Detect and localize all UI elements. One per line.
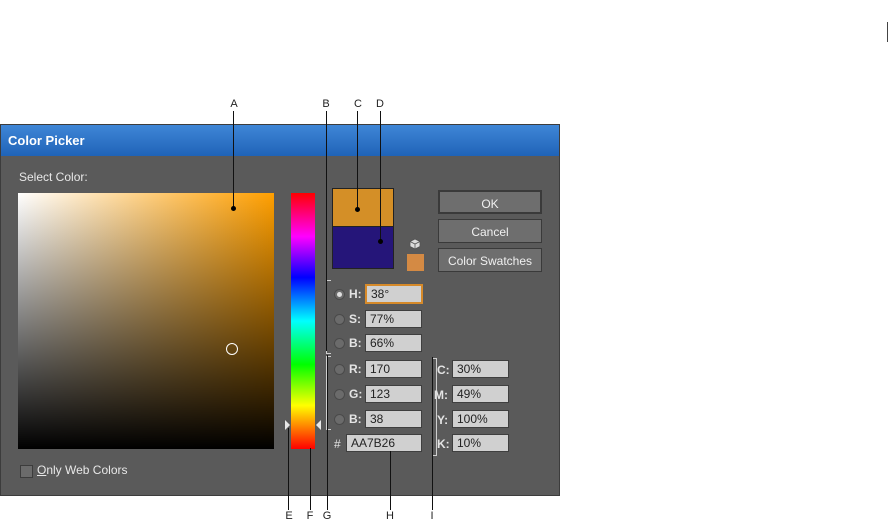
hex-label: #	[334, 437, 341, 451]
brightness-label: B:	[349, 336, 362, 350]
callout-d-line	[380, 111, 381, 241]
select-color-label: Select Color:	[19, 170, 88, 184]
black-field[interactable]: 10%	[452, 434, 509, 452]
callout-b-line	[326, 111, 327, 351]
cube-icon[interactable]	[409, 237, 421, 250]
color-field-marker[interactable]	[226, 343, 238, 355]
callout-e-line	[288, 428, 289, 510]
callout-a-line	[233, 111, 234, 208]
new-color-swatch	[332, 188, 394, 228]
callout-c-line	[357, 111, 358, 208]
cyan-label: C:	[437, 363, 450, 377]
color-swatches-button[interactable]: Color Swatches	[438, 248, 542, 272]
magenta-field[interactable]: 49%	[452, 385, 509, 403]
callout-i: I	[430, 510, 434, 522]
callout-c-dot	[355, 207, 360, 212]
saturation-field[interactable]: 77%	[365, 310, 422, 328]
blue-field[interactable]: 38	[365, 410, 422, 428]
title-bar[interactable]: Color Picker	[1, 125, 559, 156]
hue-field[interactable]: 38°	[365, 284, 423, 304]
red-radio[interactable]	[334, 364, 345, 375]
callout-h: H	[386, 510, 394, 522]
brightness-field[interactable]: 66%	[365, 334, 422, 352]
hex-field[interactable]: AA7B26	[346, 434, 422, 452]
red-label: R:	[349, 362, 362, 376]
saturation-label: S:	[349, 312, 361, 326]
callout-a-dot	[231, 206, 236, 211]
callout-b: B	[322, 98, 330, 110]
green-field[interactable]: 123	[365, 385, 422, 403]
callout-h-line	[390, 451, 391, 510]
mnemonic-letter: O	[37, 463, 47, 477]
callout-g-line	[327, 355, 328, 510]
page-edge-mark	[887, 22, 888, 42]
blue-radio[interactable]	[334, 414, 345, 425]
callout-c: C	[354, 98, 362, 110]
callout-e: E	[285, 510, 293, 522]
cancel-button[interactable]: Cancel	[438, 219, 542, 243]
magenta-label: M:	[434, 388, 448, 402]
cyan-field[interactable]: 30%	[452, 360, 509, 378]
black-label: K:	[437, 437, 450, 451]
callout-d-dot	[378, 239, 383, 244]
green-radio[interactable]	[334, 389, 345, 400]
only-web-colors-checkbox[interactable]	[20, 465, 33, 478]
hue-slider-right-arrow[interactable]	[316, 420, 321, 430]
only-web-colors-label[interactable]: Only Web Colors	[37, 463, 127, 477]
blue-label: B:	[349, 412, 362, 426]
hue-slider[interactable]	[291, 193, 315, 449]
brightness-radio[interactable]	[334, 338, 345, 349]
callout-i-line	[432, 357, 433, 510]
saturation-radio[interactable]	[334, 314, 345, 325]
green-label: G:	[349, 387, 363, 401]
only-web-colors-text: nly Web Colors	[46, 463, 128, 477]
callout-f-line	[310, 448, 311, 510]
dialog-title: Color Picker	[8, 133, 85, 148]
ok-button[interactable]: OK	[438, 190, 542, 214]
red-field[interactable]: 170	[365, 360, 422, 378]
yellow-field[interactable]: 100%	[452, 410, 509, 428]
yellow-label: Y:	[437, 413, 449, 427]
web-safe-color-swatch[interactable]	[407, 254, 424, 271]
callout-f: F	[306, 510, 314, 522]
callout-g: G	[322, 510, 332, 522]
color-picker-dialog: Color Picker Select Color: Only Web Colo…	[0, 124, 560, 496]
hue-radio[interactable]	[334, 289, 345, 300]
saturation-brightness-field[interactable]	[18, 193, 274, 449]
hue-label: H:	[349, 287, 362, 301]
callout-d: D	[376, 98, 384, 110]
current-color-swatch[interactable]	[332, 226, 394, 269]
callout-a: A	[230, 98, 238, 110]
